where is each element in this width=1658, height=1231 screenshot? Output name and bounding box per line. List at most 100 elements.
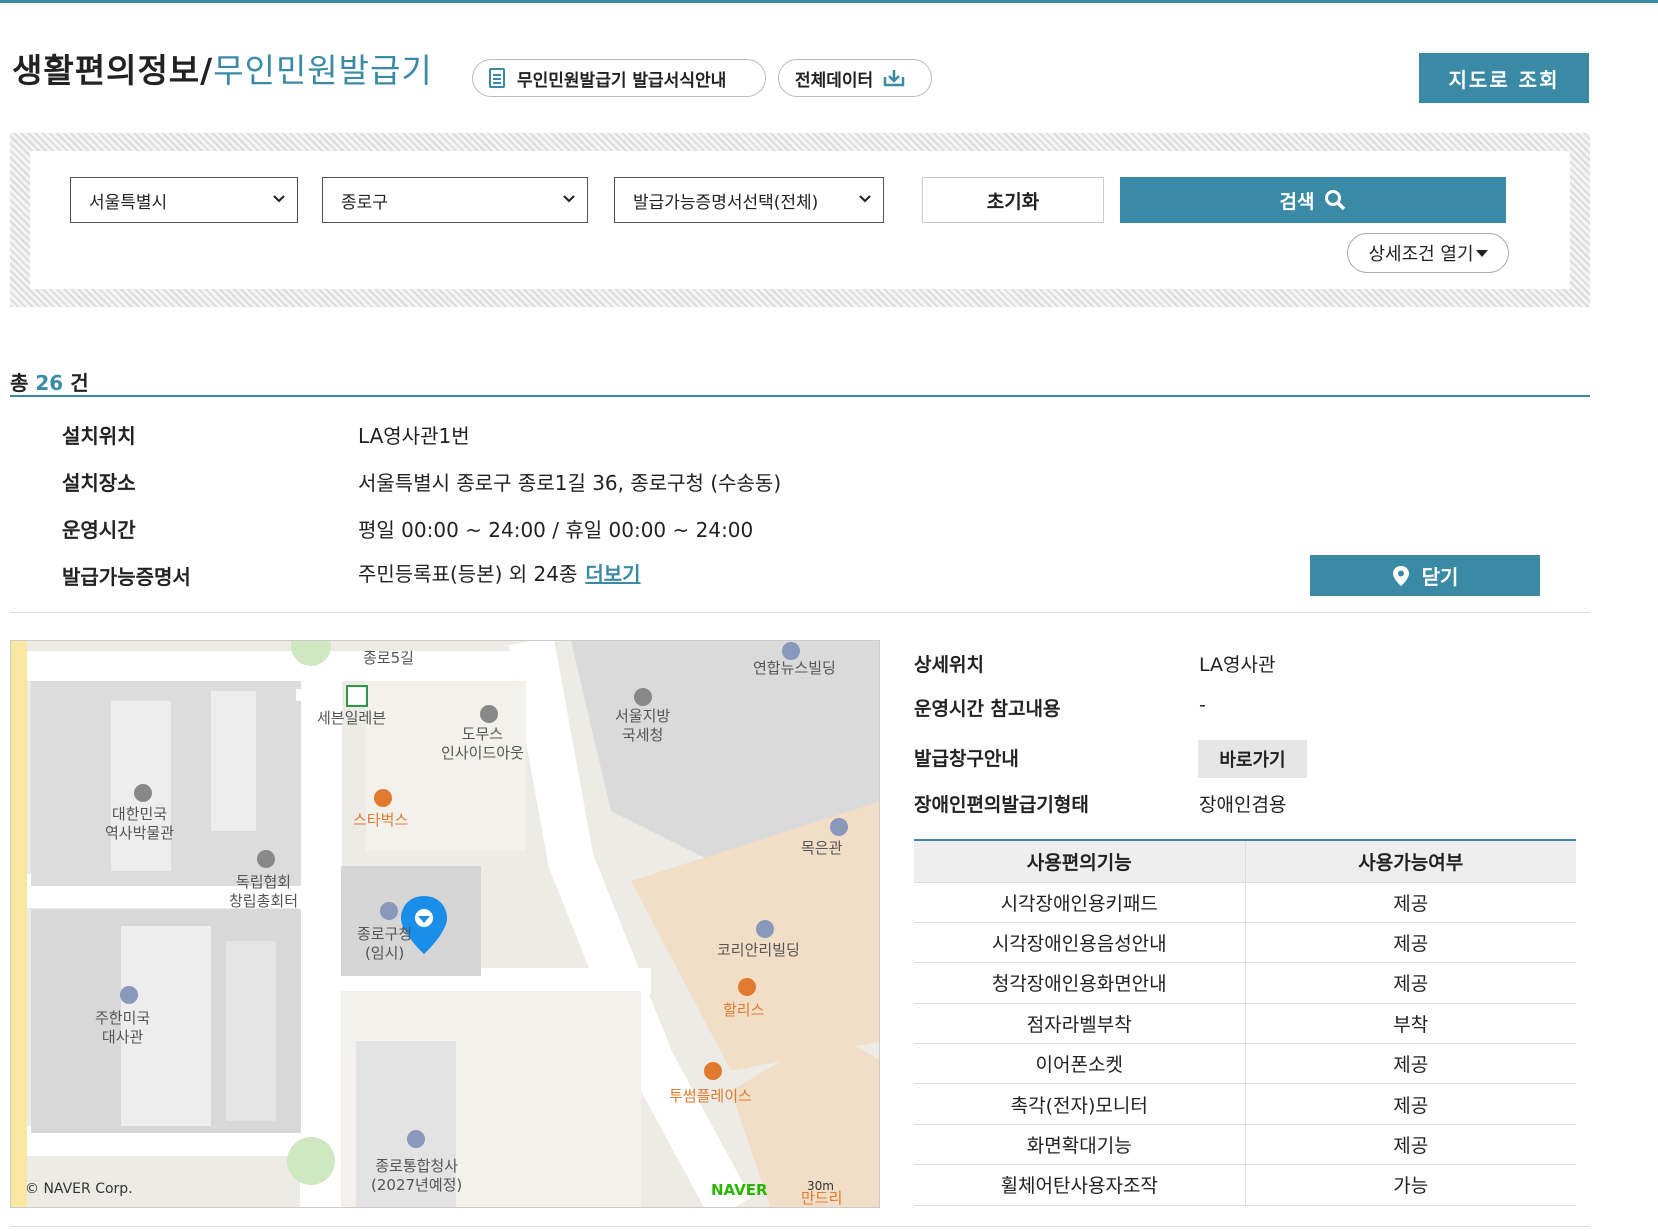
search-panel: 서울특별시 종로구 발급가능증명서선택(전체) 초기화 검색 상세조건 열기 [10,133,1590,307]
top-accent-line [0,0,1658,3]
search-icon [1325,190,1346,211]
count-divider [10,395,1590,397]
place-label: 설치장소 [62,471,136,495]
certs-value: 주민등록표(등본) 외 24종 [358,562,578,586]
availability-cell: 제공 [1245,922,1576,964]
district-select[interactable]: 종로구 [322,177,588,223]
section-divider [10,612,1590,613]
search-button[interactable]: 검색 [1120,177,1506,223]
all-data-label: 전체데이터 [795,70,874,91]
map-pin-icon [1392,565,1409,586]
certificate-select-value: 발급가능증명서선택(전체) [633,192,819,213]
map-label-doms: 도무스 인사이드아웃 [441,725,524,762]
accessibility-type-label: 장애인편의발급기형태 [914,794,1089,816]
certificate-select[interactable]: 발급가능증명서선택(전체) [614,177,884,223]
hours-note-value: - [1199,694,1206,716]
window-guide-label: 발급창구안내 [914,748,1019,770]
header-availability: 사용가능여부 [1245,839,1576,883]
count-prefix: 총 [10,371,29,395]
certs-label: 발급가능증명서 [62,565,191,589]
more-link[interactable]: 더보기 [585,562,640,586]
map-label-mokeun: 목은관 [801,839,843,857]
close-label: 닫기 [1421,565,1459,589]
city-select-value: 서울특별시 [89,192,168,213]
map-label-nts: 서울지방 국세청 [615,707,671,744]
map-label-museum: 대한민국 역사박물관 [105,805,175,842]
page-title: 생활편의정보/무인민원발급기 [12,44,433,92]
feature-cell: 청각장애인용화면안내 [914,962,1246,1004]
close-button[interactable]: 닫기 [1310,555,1540,596]
header-feature: 사용편의기능 [914,839,1246,883]
map-label-starbucks: 스타벅스 [353,811,409,829]
map-scale: 30m [807,1179,834,1193]
download-icon [883,70,905,87]
table-row: 화면확대기능 제공 [914,1124,1576,1166]
forms-guide-label: 무인민원발급기 발급서식안내 [517,70,727,91]
city-select[interactable]: 서울특별시 [70,177,298,223]
feature-cell: 휠체어탄사용자조작 [914,1164,1246,1206]
map-label-yonhap: 연합뉴스빌딩 [753,659,836,677]
table-row: 청각장애인용화면안내 제공 [914,962,1576,1004]
map-view-button[interactable]: 지도로 조회 [1419,53,1589,103]
count-number: 26 [35,371,64,395]
page-title-sub: 무인민원발급기 [213,51,433,90]
location-label: 설치위치 [62,424,136,448]
count-suffix: 건 [70,371,89,395]
feature-cell: 시각장애인용음성안내 [914,922,1246,964]
page-title-main: 생활편의정보/ [12,51,214,90]
certs-value-row: 주민등록표(등본) 외 24종 더보기 [358,558,641,587]
availability-cell: 가능 [1245,1164,1576,1206]
features-table: 사용편의기능 사용가능여부 시각장애인용키패드 제공 시각장애인용음성안내 제공 청… [914,839,1576,1206]
availability-cell: 제공 [1245,1124,1576,1166]
district-select-value: 종로구 [341,192,388,213]
all-data-button[interactable]: 전체데이터 [778,59,932,97]
table-row: 휠체어탄사용자조작 가능 [914,1164,1576,1206]
map-crosswalks [296,689,336,701]
hours-note-label: 운영시간 참고내용 [914,698,1061,720]
map-label-jongno-gov: 종로통합청사 (2027년예정) [371,1157,463,1194]
accessibility-type-value: 장애인겸용 [1199,794,1287,816]
detail-conditions-label: 상세조건 열기 [1368,244,1474,265]
triangle-down-icon [1475,249,1488,257]
result-count: 총 26 건 [10,367,89,396]
table-row: 촉각(전자)모니터 제공 [914,1083,1576,1125]
map-label-hollys: 할리스 [723,1001,765,1019]
search-panel-inner: 서울특별시 종로구 발급가능증명서선택(전체) 초기화 검색 상세조건 열기 [30,151,1570,289]
feature-cell: 화면확대기능 [914,1124,1246,1166]
document-icon [489,68,505,88]
search-button-label: 검색 [1279,190,1315,213]
chevron-down-icon [273,195,285,203]
map-label-korean-re: 코리안리빌딩 [717,941,800,959]
table-row: 점자라벨부착 부착 [914,1003,1576,1045]
table-header-row: 사용편의기능 사용가능여부 [914,839,1576,883]
location-value: LA영사관1번 [358,424,470,448]
map-label-road5: 종로5길 [363,649,414,667]
table-row: 이어폰소켓 제공 [914,1043,1576,1085]
hours-label: 운영시간 [62,518,136,542]
detail-location-label: 상세위치 [914,654,984,676]
feature-cell: 점자라벨부착 [914,1003,1246,1045]
goto-button[interactable]: 바로가기 [1198,740,1307,778]
place-value: 서울특별시 종로구 종로1길 36, 종로구청 (수송동) [358,471,782,495]
hours-value: 평일 00:00 ~ 24:00 / 휴일 00:00 ~ 24:00 [358,518,754,542]
naver-logo: NAVER [711,1181,768,1199]
availability-cell: 제공 [1245,1043,1576,1085]
reset-button[interactable]: 초기화 [922,177,1104,223]
map-label-jongno-office: 종로구청 (임시) [357,925,413,962]
detail-conditions-toggle[interactable]: 상세조건 열기 [1347,233,1509,273]
bottom-divider [10,1226,1590,1227]
location-map[interactable]: 종로5길 세븐일레븐 연합뉴스빌딩 서울지방 국세청 도무스 인사이드아웃 대한… [10,640,880,1208]
availability-cell: 제공 [1245,882,1576,923]
table-row: 시각장애인용키패드 제공 [914,882,1576,923]
availability-cell: 제공 [1245,962,1576,1004]
feature-cell: 촉각(전자)모니터 [914,1083,1246,1125]
chevron-down-icon [859,195,871,203]
table-row: 시각장애인용음성안내 제공 [914,922,1576,964]
forms-guide-button[interactable]: 무인민원발급기 발급서식안내 [472,59,766,97]
map-label-seven: 세븐일레븐 [317,709,387,727]
chevron-down-icon [563,195,575,203]
map-label-indep: 독립협회 창립총회터 [229,873,299,910]
availability-cell: 제공 [1245,1083,1576,1125]
feature-cell: 이어폰소켓 [914,1043,1246,1085]
feature-cell: 시각장애인용키패드 [914,882,1246,923]
